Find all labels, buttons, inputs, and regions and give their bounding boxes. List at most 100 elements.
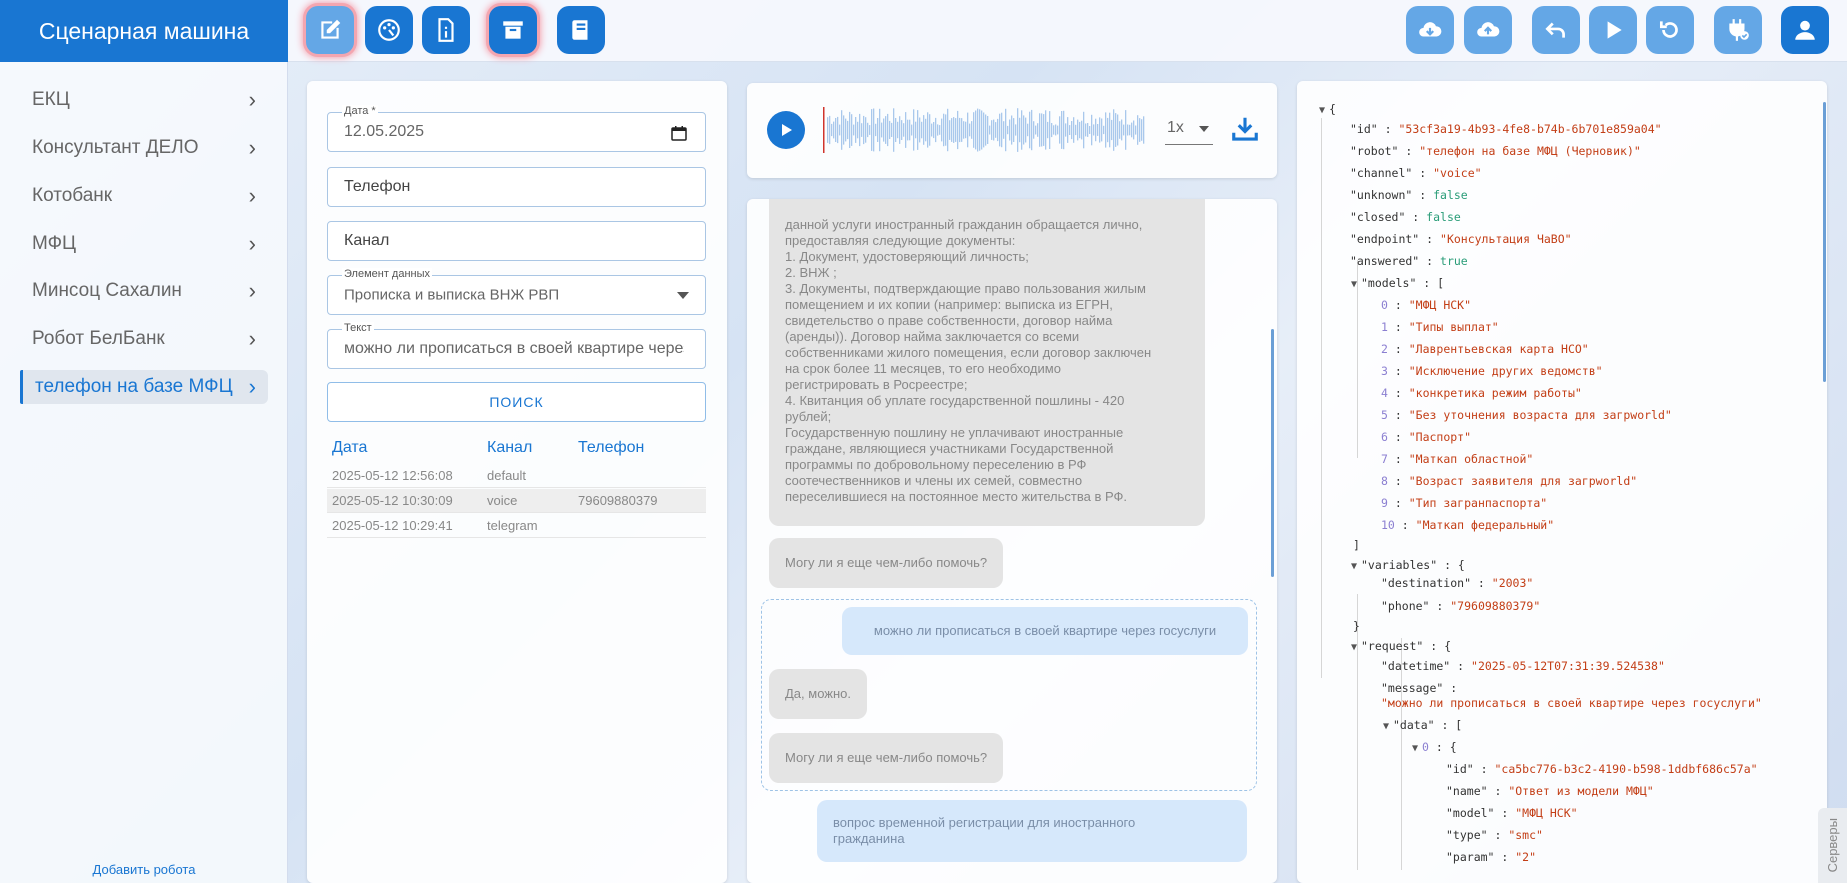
dashboard-button[interactable] [365, 6, 413, 54]
json-object-close: } [1353, 619, 1360, 633]
json-field-destination: "destination" : "2003" [1381, 576, 1534, 590]
sidebar-item-konsultant-delo[interactable]: Консультант ДЕЛО › [20, 131, 268, 165]
sidebar-item-mfc[interactable]: МФЦ › [20, 227, 268, 261]
speed-select[interactable]: 1x [1165, 115, 1213, 145]
chat-message-bot: Могу ли я еще чем-либо помочь? [769, 733, 1004, 783]
phone-placeholder: Телефон [344, 178, 411, 195]
date-field[interactable]: Дата * 12.05.2025 [327, 105, 706, 152]
json-array-close: ] [1353, 538, 1360, 552]
audio-player: 1x [747, 83, 1277, 178]
servers-tab-label: Серверы [1825, 818, 1840, 873]
filter-panel: Дата * 12.05.2025 Телефон Канал Элемент … [307, 81, 727, 883]
json-field-unknown: "unknown" : false [1350, 188, 1468, 202]
chat-message-user: можно ли прописаться в своей квартире че… [842, 607, 1248, 655]
json-data-item-0[interactable]: ▼ 0 : { [1412, 736, 1457, 760]
json-array-item: 1 : "Типы выплат" [1381, 320, 1499, 334]
connection-button[interactable] [1714, 6, 1762, 54]
editor-button[interactable] [306, 6, 354, 54]
table-row[interactable]: 2025-05-12 12:56:08 default [327, 464, 706, 488]
sidebar-item-label: телефон на базе МФЦ [35, 376, 233, 397]
calendar-icon[interactable] [671, 125, 687, 141]
data-element-label: Элемент данных [342, 268, 433, 280]
undo-button[interactable] [1532, 6, 1580, 54]
chat-panel: данной услуги иностранный гражданин обра… [747, 199, 1277, 883]
search-button[interactable]: ПОИСК [327, 382, 706, 422]
json-field-phone: "phone" : "79609880379" [1381, 599, 1541, 613]
json-array-item: 3 : "Исключение других ведомств" [1381, 364, 1603, 378]
archive-button[interactable] [489, 6, 537, 54]
chat-message-bot: Да, можно. [769, 669, 867, 719]
download-icon[interactable] [1230, 114, 1260, 144]
table-row[interactable]: 2025-05-12 10:29:41 telegram [327, 514, 706, 538]
json-field-id: "id" : "53cf3a19-4b93-4fe8-b74b-6b701e85… [1350, 122, 1662, 136]
json-field-message-value: "можно ли прописаться в своей квартире ч… [1381, 696, 1762, 710]
json-field-data-type: "type" : "smc" [1446, 828, 1543, 842]
cell-phone: 79609880379 [578, 493, 658, 508]
add-robot-link[interactable]: Добавить робота [0, 862, 288, 877]
text-label: Текст [342, 322, 374, 334]
json-array-item: 5 : "Без уточнения возраста для загрworl… [1381, 408, 1672, 422]
json-array-item: 2 : "Лаврентьевская карта НСО" [1381, 342, 1589, 356]
play-icon [1607, 21, 1622, 39]
run-button[interactable] [1589, 6, 1637, 54]
waveform[interactable] [823, 105, 1145, 155]
reset-button[interactable] [1646, 6, 1694, 54]
chat-scrollbar[interactable] [1271, 329, 1274, 577]
caret-down-icon[interactable]: ▼ [1351, 556, 1361, 578]
caret-down-icon [1199, 126, 1209, 132]
caret-down-icon[interactable]: ▼ [1319, 100, 1329, 122]
caret-down-icon[interactable]: ▼ [1383, 716, 1393, 738]
chevron-right-icon: › [248, 374, 256, 399]
sidebar-item-minsoc-sakhalin[interactable]: Минсоц Сахалин › [20, 274, 268, 308]
caret-down-icon[interactable]: ▼ [1351, 637, 1361, 659]
top-bar: Сценарная машина [0, 0, 1847, 62]
sidebar-item-kotobank[interactable]: Котобанк › [20, 179, 268, 213]
json-array-item: 0 : "МФЦ НСК" [1381, 298, 1472, 312]
app-title: Сценарная машина [0, 0, 288, 62]
book-icon [572, 20, 588, 40]
chevron-right-icon: › [248, 87, 256, 112]
speed-value: 1x [1167, 119, 1184, 136]
sidebar-item-label: Котобанк [32, 185, 113, 206]
sidebar-item-robot-belbank[interactable]: Робот БелБанк › [20, 322, 268, 356]
file-button[interactable] [422, 6, 470, 54]
json-root[interactable]: ▼{ [1319, 100, 1336, 122]
cell-channel: default [487, 468, 527, 483]
cell-date: 2025-05-12 10:29:41 [332, 518, 453, 533]
phone-input[interactable]: Телефон [327, 167, 706, 207]
sidebar-item-label: Консультант ДЕЛО [32, 137, 199, 158]
caret-down-icon[interactable]: ▼ [1412, 738, 1422, 760]
edit-icon [321, 19, 341, 39]
text-input[interactable]: Текст можно ли прописаться в своей кварт… [327, 322, 706, 369]
undo-icon [1545, 22, 1565, 38]
sidebar-item-phone-mfc[interactable]: телефон на базе МФЦ › [20, 370, 268, 404]
cell-date: 2025-05-12 12:56:08 [332, 468, 453, 483]
servers-tab[interactable]: Серверы [1818, 808, 1847, 883]
column-header-date[interactable]: Дата [332, 439, 367, 457]
json-field-robot: "robot" : "телефон на базе МФЦ (Черновик… [1350, 144, 1641, 158]
data-element-value: Прописка и выписка ВНЖ РВП [344, 286, 560, 304]
column-header-channel[interactable]: Канал [487, 439, 532, 457]
file-icon [438, 18, 454, 42]
json-field-models[interactable]: ▼ "models" : [ [1351, 272, 1444, 296]
table-row[interactable]: 2025-05-12 10:30:09 voice 79609880379 [327, 489, 706, 513]
channel-placeholder: Канал [344, 232, 390, 249]
json-field-data[interactable]: ▼ "data" : [ [1383, 714, 1462, 738]
user-icon [1795, 20, 1815, 40]
data-element-select[interactable]: Элемент данных Прописка и выписка ВНЖ РВ… [327, 268, 706, 315]
json-field-endpoint: "endpoint" : "Консультация ЧаВО" [1350, 232, 1572, 246]
play-button[interactable] [767, 111, 805, 149]
book-button[interactable] [557, 6, 605, 54]
download-cloud-button[interactable] [1406, 6, 1454, 54]
chat-message-bot: Могу ли я еще чем-либо помочь? [769, 538, 1004, 588]
sidebar-item-ekc[interactable]: ЕКЦ › [20, 83, 268, 117]
column-header-phone[interactable]: Телефон [578, 439, 644, 457]
user-profile-button[interactable] [1781, 6, 1829, 54]
caret-down-icon[interactable]: ▼ [1351, 274, 1361, 296]
cloud-download-icon [1419, 22, 1442, 37]
upload-cloud-button[interactable] [1464, 6, 1512, 54]
json-scrollbar[interactable] [1823, 102, 1826, 382]
refresh-icon [1659, 21, 1678, 38]
json-field-closed: "closed" : false [1350, 210, 1461, 224]
channel-input[interactable]: Канал [327, 221, 706, 261]
